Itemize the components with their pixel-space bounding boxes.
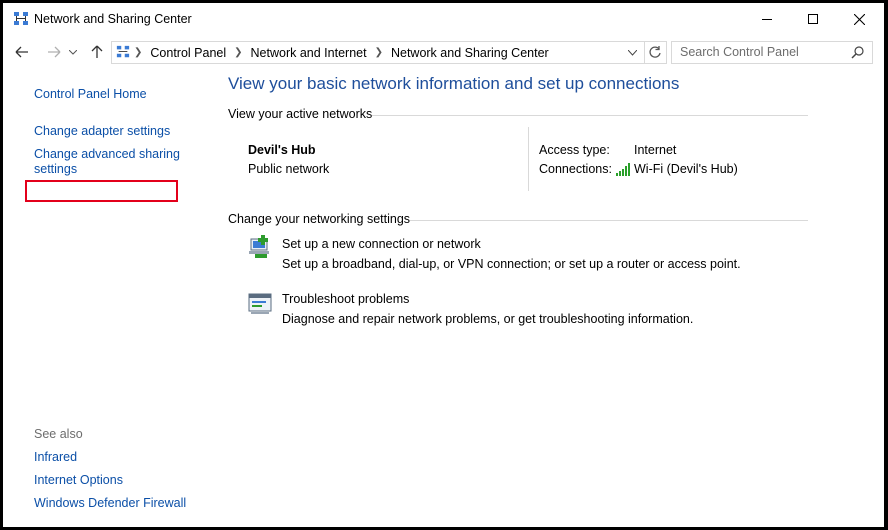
forward-button[interactable] bbox=[43, 41, 65, 63]
troubleshoot-link[interactable]: Troubleshoot problems bbox=[282, 292, 409, 306]
maximize-button[interactable] bbox=[790, 3, 836, 35]
recent-locations-button[interactable] bbox=[66, 41, 80, 63]
address-divider bbox=[644, 42, 645, 63]
breadcrumb-separator-icon[interactable]: ❯ bbox=[373, 47, 385, 58]
breadcrumb-network-and-internet[interactable]: Network and Internet bbox=[245, 46, 373, 60]
troubleshoot-icon bbox=[248, 293, 272, 314]
refresh-icon[interactable] bbox=[648, 45, 662, 59]
breadcrumb-separator-icon[interactable]: ❯ bbox=[132, 47, 144, 58]
control-panel-icon bbox=[116, 45, 130, 58]
navigation-bar: ❯ Control Panel ❯ Network and Internet ❯… bbox=[3, 39, 884, 65]
address-bar[interactable]: ❯ Control Panel ❯ Network and Internet ❯… bbox=[111, 41, 667, 64]
close-icon bbox=[853, 13, 865, 25]
access-type-value: Internet bbox=[634, 143, 677, 157]
network-category: Public network bbox=[248, 162, 330, 176]
minimize-icon bbox=[762, 19, 772, 20]
search-box[interactable]: Search Control Panel bbox=[671, 41, 873, 64]
wifi-connection-link[interactable]: Wi-Fi (Devil's Hub) bbox=[634, 162, 738, 176]
network-center-icon bbox=[14, 12, 28, 25]
wifi-signal-icon bbox=[616, 163, 630, 176]
address-dropdown-icon[interactable] bbox=[628, 50, 637, 56]
window-title: Network and Sharing Center bbox=[34, 12, 192, 26]
forward-arrow-icon bbox=[48, 46, 61, 58]
change-adapter-settings-link[interactable]: Change adapter settings bbox=[34, 124, 170, 138]
troubleshoot-desc: Diagnose and repair network problems, or… bbox=[282, 312, 694, 326]
highlight-box bbox=[25, 180, 178, 202]
column-divider bbox=[528, 127, 529, 191]
left-pane: Control Panel Home Change adapter settin… bbox=[3, 67, 218, 527]
back-arrow-icon bbox=[15, 46, 28, 58]
change-settings-label: Change your networking settings bbox=[228, 212, 411, 226]
change-advanced-sharing-link[interactable]: Change advanced sharing bbox=[34, 147, 180, 161]
see-also-label: See also bbox=[34, 427, 83, 441]
connections-label: Connections: bbox=[539, 162, 612, 176]
setup-connection-link[interactable]: Set up a new connection or network bbox=[282, 237, 481, 251]
search-icon[interactable] bbox=[851, 46, 864, 59]
up-arrow-icon bbox=[91, 45, 103, 58]
breadcrumb-separator-icon[interactable]: ❯ bbox=[232, 47, 244, 58]
maximize-icon bbox=[808, 14, 818, 24]
section-divider bbox=[410, 220, 808, 221]
active-networks-label: View your active networks bbox=[228, 107, 373, 121]
change-advanced-sharing-link-cont[interactable]: settings bbox=[34, 162, 77, 176]
chevron-down-icon bbox=[69, 49, 77, 55]
title-bar: Network and Sharing Center bbox=[3, 3, 884, 35]
window: Network and Sharing Center ❯ Control Pan… bbox=[3, 3, 884, 527]
access-type-label: Access type: bbox=[539, 143, 610, 157]
section-divider bbox=[372, 115, 808, 116]
close-button[interactable] bbox=[836, 3, 882, 35]
setup-connection-desc: Set up a broadband, dial-up, or VPN conn… bbox=[282, 257, 741, 271]
internet-options-link[interactable]: Internet Options bbox=[34, 473, 123, 487]
new-connection-icon bbox=[249, 235, 269, 258]
windows-defender-firewall-link[interactable]: Windows Defender Firewall bbox=[34, 496, 186, 510]
breadcrumb-network-sharing-center[interactable]: Network and Sharing Center bbox=[385, 46, 555, 60]
search-input[interactable]: Search Control Panel bbox=[680, 45, 799, 59]
infrared-link[interactable]: Infrared bbox=[34, 450, 77, 464]
up-button[interactable] bbox=[86, 41, 108, 63]
minimize-button[interactable] bbox=[744, 3, 790, 35]
back-button[interactable] bbox=[11, 41, 33, 63]
breadcrumb-control-panel[interactable]: Control Panel bbox=[144, 46, 232, 60]
network-name: Devil's Hub bbox=[248, 143, 316, 157]
control-panel-home-link[interactable]: Control Panel Home bbox=[34, 87, 147, 101]
page-title: View your basic network information and … bbox=[228, 74, 680, 93]
